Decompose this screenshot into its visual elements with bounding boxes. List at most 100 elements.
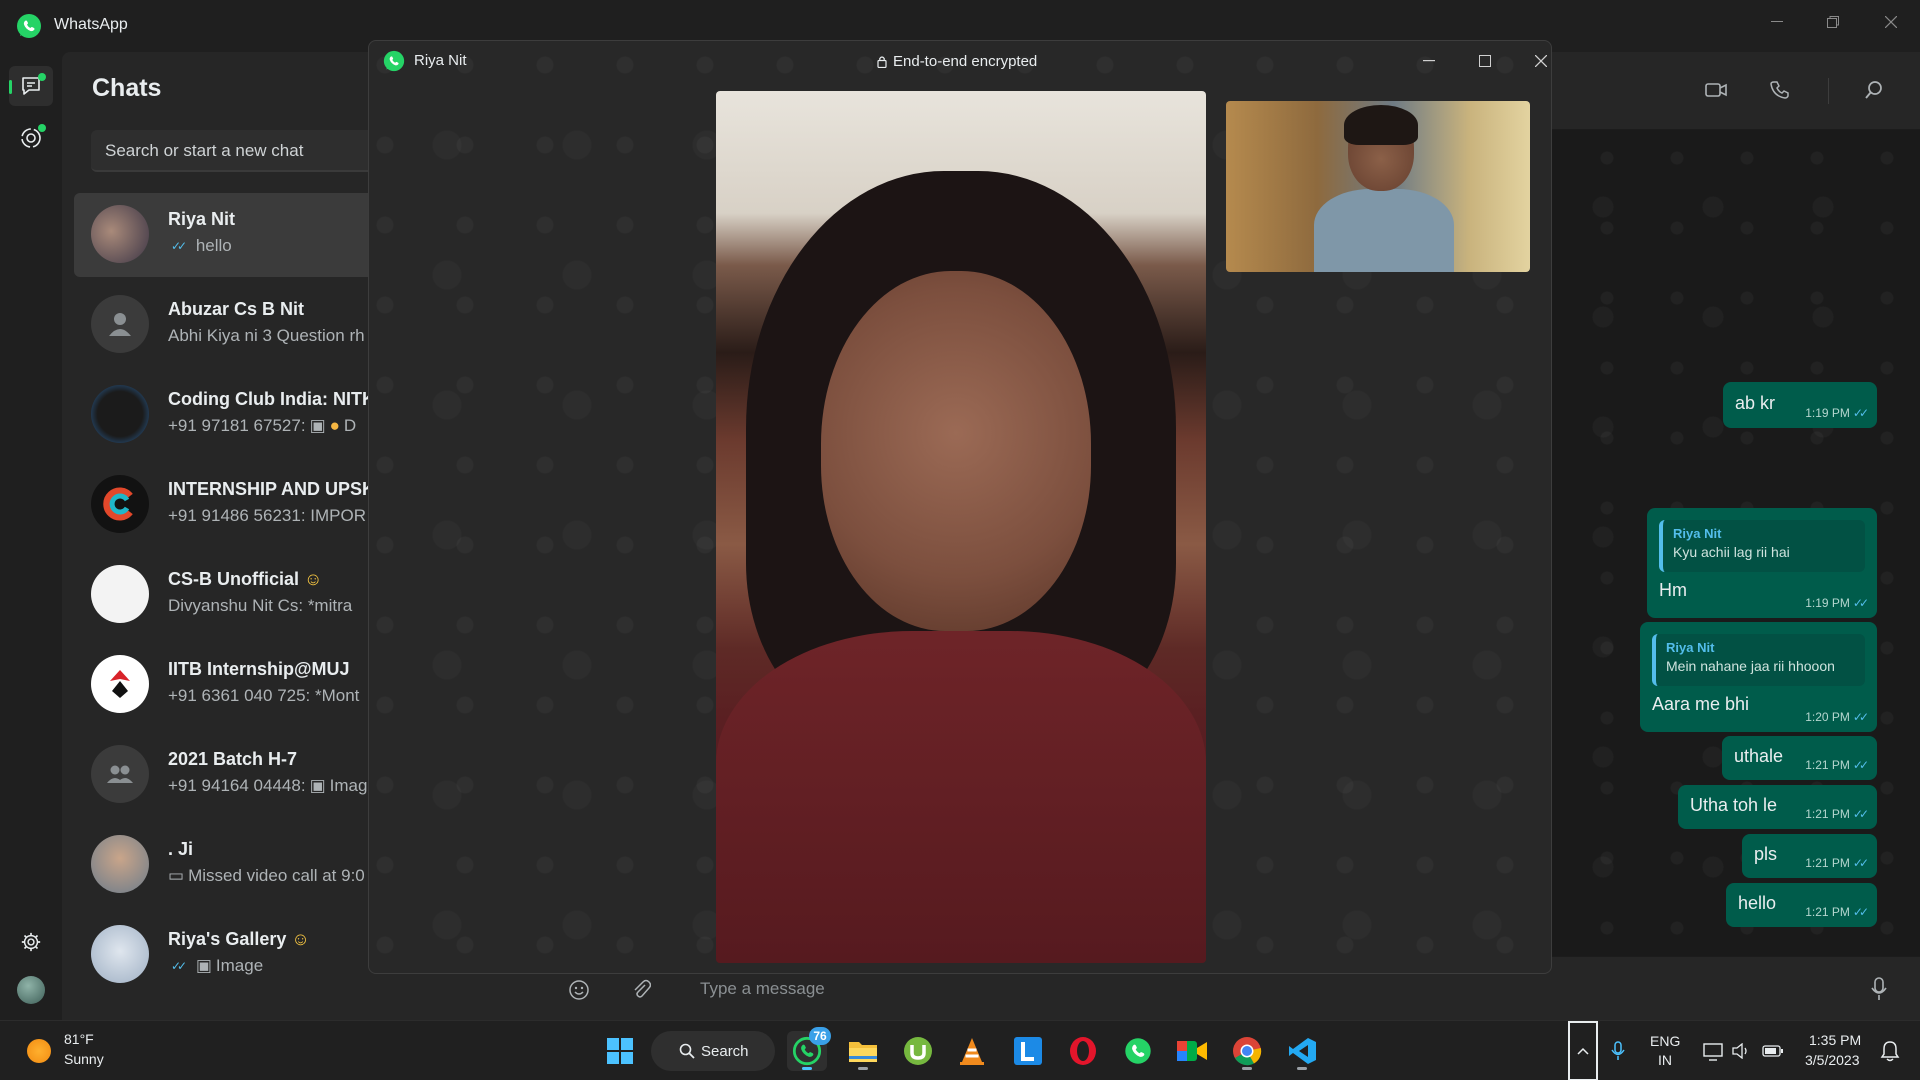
battery-icon[interactable] [1762, 1044, 1784, 1058]
quoted-message[interactable]: Riya Nit Kyu achii lag rii hai [1659, 520, 1865, 572]
message-bubble[interactable]: uthale 1:21 PM ✓✓ [1722, 736, 1877, 780]
read-ticks-icon: ✓✓ [1852, 758, 1869, 772]
taskbar-vlc[interactable] [952, 1031, 992, 1071]
start-button[interactable] [600, 1031, 640, 1071]
video-call-icon[interactable] [1705, 82, 1727, 98]
avatar [91, 565, 149, 623]
image-icon: ▣ [309, 776, 326, 795]
call-contact-name: Riya Nit [414, 52, 467, 69]
read-ticks-icon: ✓✓ [171, 239, 187, 253]
read-ticks-icon: ✓✓ [1852, 596, 1869, 610]
avatar [91, 925, 149, 983]
chat-preview: +91 97181 67527: ▣ ● D [168, 416, 357, 435]
close-icon [1535, 55, 1547, 67]
l-app-icon [1014, 1037, 1042, 1065]
chats-nav-button[interactable] [9, 66, 53, 106]
settings-button[interactable] [9, 922, 53, 962]
encryption-status: End-to-end encrypted [877, 53, 1037, 70]
message-time: 1:21 PM ✓✓ [1805, 856, 1869, 870]
remote-video-feed[interactable] [716, 91, 1206, 963]
quote-author: Riya Nit [1673, 526, 1722, 541]
emoji-icon[interactable] [568, 979, 590, 1001]
folder-icon [849, 1042, 877, 1062]
voice-call-icon[interactable] [1770, 80, 1790, 100]
unread-dot [38, 73, 46, 81]
minimize-icon [1771, 21, 1783, 22]
default-user-icon [109, 313, 131, 336]
image-icon: ▣ [309, 416, 326, 435]
call-minimize-button[interactable] [1409, 45, 1449, 77]
taskbar-google-meet[interactable] [1172, 1031, 1212, 1071]
message-text: Hm [1659, 580, 1687, 600]
message-bubble[interactable]: Utha toh le 1:21 PM ✓✓ [1678, 785, 1877, 829]
taskbar-file-explorer[interactable] [843, 1031, 883, 1071]
volume-icon[interactable] [1732, 1043, 1750, 1059]
chat-preview: Abhi Kiya ni 3 Question rh [168, 326, 365, 345]
chats-heading: Chats [92, 74, 162, 102]
microphone-icon[interactable] [1871, 977, 1887, 1001]
navigation-rail [0, 52, 62, 1020]
minimize-icon [1423, 60, 1435, 62]
message-text: ab kr [1735, 393, 1776, 413]
taskbar-l-app[interactable] [1008, 1031, 1048, 1071]
maximize-icon [1479, 55, 1491, 67]
self-view-body [1314, 189, 1454, 272]
quoted-message[interactable]: Riya Nit Mein nahane jaa rii hhooon [1652, 634, 1865, 686]
chat-preview: ✓✓ ▣ Image [171, 956, 264, 975]
notification-bell-icon[interactable] [1880, 1040, 1900, 1062]
message-time: 1:21 PM ✓✓ [1805, 758, 1869, 772]
network-icon[interactable] [1703, 1043, 1723, 1061]
taskbar-search-button[interactable]: Search [651, 1031, 775, 1071]
call-close-button[interactable] [1521, 45, 1551, 77]
video-call-window: Riya Nit End-to-end encrypted [368, 40, 1552, 974]
chat-name: Riya's Gallery ☺ [168, 929, 310, 949]
message-text: Utha toh le [1690, 795, 1778, 815]
taskbar-vscode[interactable] [1282, 1031, 1322, 1071]
language-code: ENG [1650, 1033, 1681, 1049]
read-ticks-icon: ✓✓ [1852, 856, 1869, 870]
message-input[interactable]: Type a message [700, 979, 825, 999]
microphone-in-use-icon[interactable] [1611, 1041, 1625, 1061]
show-hidden-icons-button[interactable] [1568, 1021, 1598, 1080]
whatsapp-logo-icon [383, 50, 405, 72]
weather-temperature: 81°F [64, 1031, 94, 1047]
search-icon[interactable] [1864, 80, 1884, 100]
utorrent-icon [904, 1037, 932, 1065]
taskbar-chrome[interactable] [1227, 1031, 1267, 1071]
message-bubble[interactable]: hello 1:21 PM ✓✓ [1726, 883, 1877, 927]
chrome-icon [1233, 1037, 1262, 1066]
taskbar-utorrent[interactable] [898, 1031, 938, 1071]
reply-message-bubble[interactable]: Riya Nit Kyu achii lag rii hai Hm 1:19 P… [1647, 508, 1877, 618]
vlc-cone-icon [960, 1038, 984, 1065]
taskbar-opera[interactable] [1063, 1031, 1103, 1071]
taskbar-whatsapp-2[interactable] [1118, 1031, 1158, 1071]
profile-avatar [17, 976, 45, 1004]
active-indicator [9, 80, 12, 94]
quote-text: Mein nahane jaa rii hhooon [1666, 658, 1835, 674]
message-time: 1:19 PM ✓✓ [1805, 596, 1869, 610]
running-indicator [802, 1067, 812, 1070]
call-maximize-button[interactable] [1465, 45, 1505, 77]
close-button[interactable] [1868, 6, 1914, 38]
profile-button[interactable] [9, 970, 53, 1010]
status-nav-button[interactable] [9, 118, 53, 158]
avatar [91, 745, 149, 803]
chat-name: Coding Club India: NITK,A [168, 389, 393, 409]
clock-time: 1:35 PM [1809, 1032, 1862, 1048]
read-ticks-icon: ✓✓ [1852, 905, 1869, 919]
chat-name: INTERNSHIP AND UPSKIL [168, 479, 392, 499]
minimize-button[interactable] [1754, 6, 1800, 38]
region-code: IN [1658, 1052, 1672, 1068]
avatar [91, 295, 149, 353]
message-bubble[interactable]: pls 1:21 PM ✓✓ [1742, 834, 1877, 878]
clock-date: 3/5/2023 [1805, 1052, 1860, 1068]
restore-button[interactable] [1810, 6, 1856, 38]
self-view-video[interactable] [1226, 101, 1530, 272]
attach-icon[interactable] [631, 979, 651, 1001]
taskbar-whatsapp[interactable]: 76 [787, 1027, 831, 1071]
search-icon [679, 1043, 695, 1059]
chat-preview: ▭ Missed video call at 9:0 [168, 866, 365, 885]
reply-message-bubble[interactable]: Riya Nit Mein nahane jaa rii hhooon Aara… [1640, 622, 1877, 732]
chevron-up-icon [1577, 1047, 1589, 1055]
message-bubble[interactable]: ab kr 1:19 PM ✓✓ [1723, 382, 1877, 428]
